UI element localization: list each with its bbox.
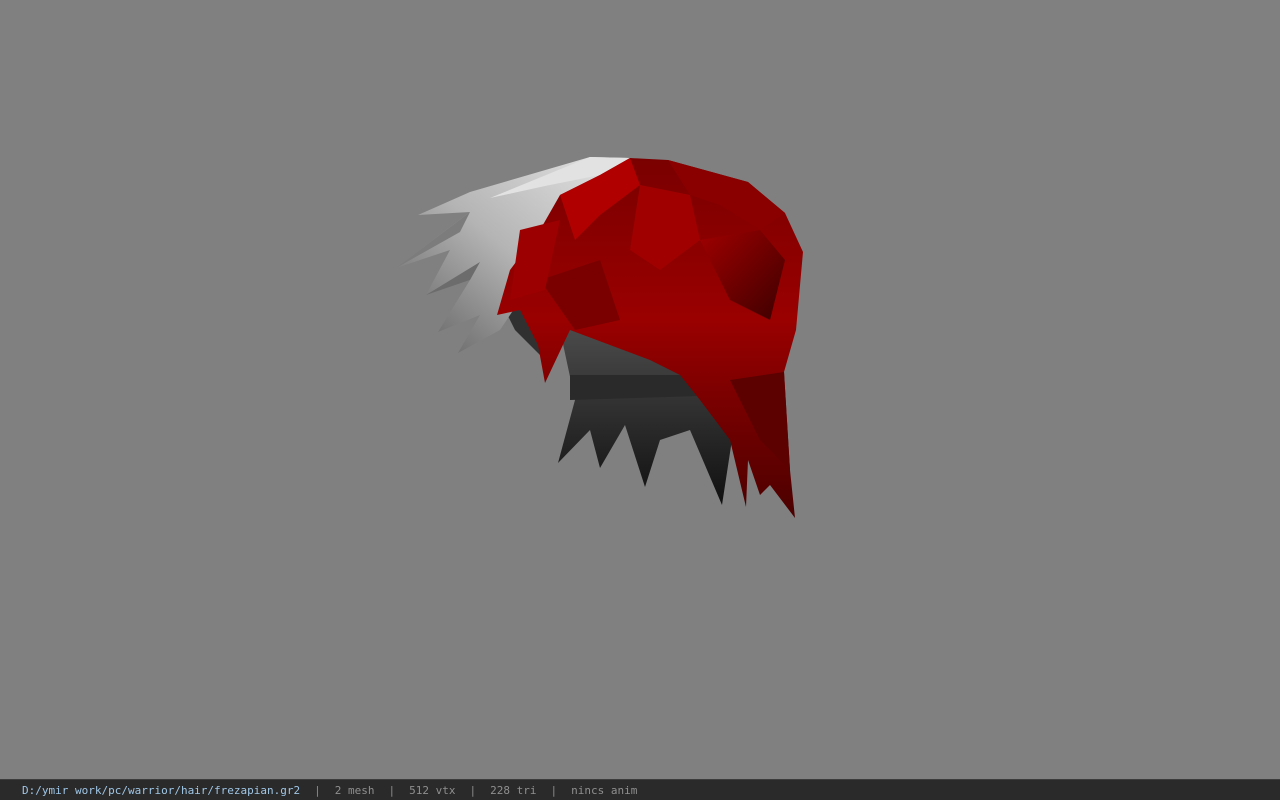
hair-model-render xyxy=(396,157,803,518)
status-separator: | xyxy=(550,783,558,797)
mesh-count: 2 mesh xyxy=(334,783,375,797)
status-separator: | xyxy=(388,783,396,797)
animation-status: nincs anim xyxy=(571,783,638,797)
status-bar: D:/ymir work/pc/warrior/hair/frezapian.g… xyxy=(0,779,1280,800)
triangle-count: 228 tri xyxy=(490,783,537,797)
file-path: D:/ymir work/pc/warrior/hair/frezapian.g… xyxy=(22,783,301,797)
vertex-count: 512 vtx xyxy=(409,783,456,797)
status-separator: | xyxy=(469,783,477,797)
status-separator: | xyxy=(314,783,321,797)
3d-viewport[interactable] xyxy=(0,0,1280,779)
